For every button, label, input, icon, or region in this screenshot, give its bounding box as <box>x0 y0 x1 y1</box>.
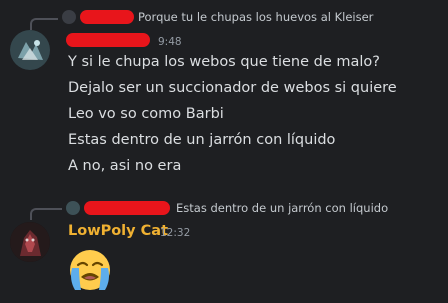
reply-text: Porque tu le chupas los huevos al Kleise… <box>138 10 374 24</box>
message-line: Estas dentro de un jarrón con líquido <box>68 132 336 148</box>
loudly-crying-face-icon <box>66 248 114 296</box>
reply-preview[interactable]: Porque tu le chupas los huevos al Kleise… <box>62 10 373 24</box>
reply-author-avatar[interactable] <box>66 201 80 215</box>
reply-connector <box>30 18 58 30</box>
reply-text: Estas dentro de un jarrón con líquido <box>176 201 389 215</box>
reply-preview[interactable]: Estas dentro de un jarrón con líquido <box>66 201 388 215</box>
message-line: Leo vo so como Barbi <box>68 106 224 122</box>
message-timestamp: 9:48 <box>158 36 182 48</box>
chat-log: Porque tu le chupas los huevos al Kleise… <box>0 0 448 303</box>
username[interactable]: LowPoly Cat <box>68 223 168 239</box>
redacted-username <box>80 10 134 24</box>
avatar[interactable] <box>10 30 50 70</box>
message-line: A no, asi no era <box>68 158 182 174</box>
redacted-username <box>84 201 170 215</box>
redacted-username <box>66 33 150 47</box>
message-line: Dejalo ser un succionador de webos si qu… <box>68 80 397 96</box>
message-timestamp: 12:32 <box>160 227 191 239</box>
reply-connector <box>30 208 62 220</box>
reply-author-avatar[interactable] <box>62 10 76 24</box>
message-line: Y si le chupa los webos que tiene de mal… <box>68 54 380 70</box>
avatar[interactable] <box>10 222 50 262</box>
